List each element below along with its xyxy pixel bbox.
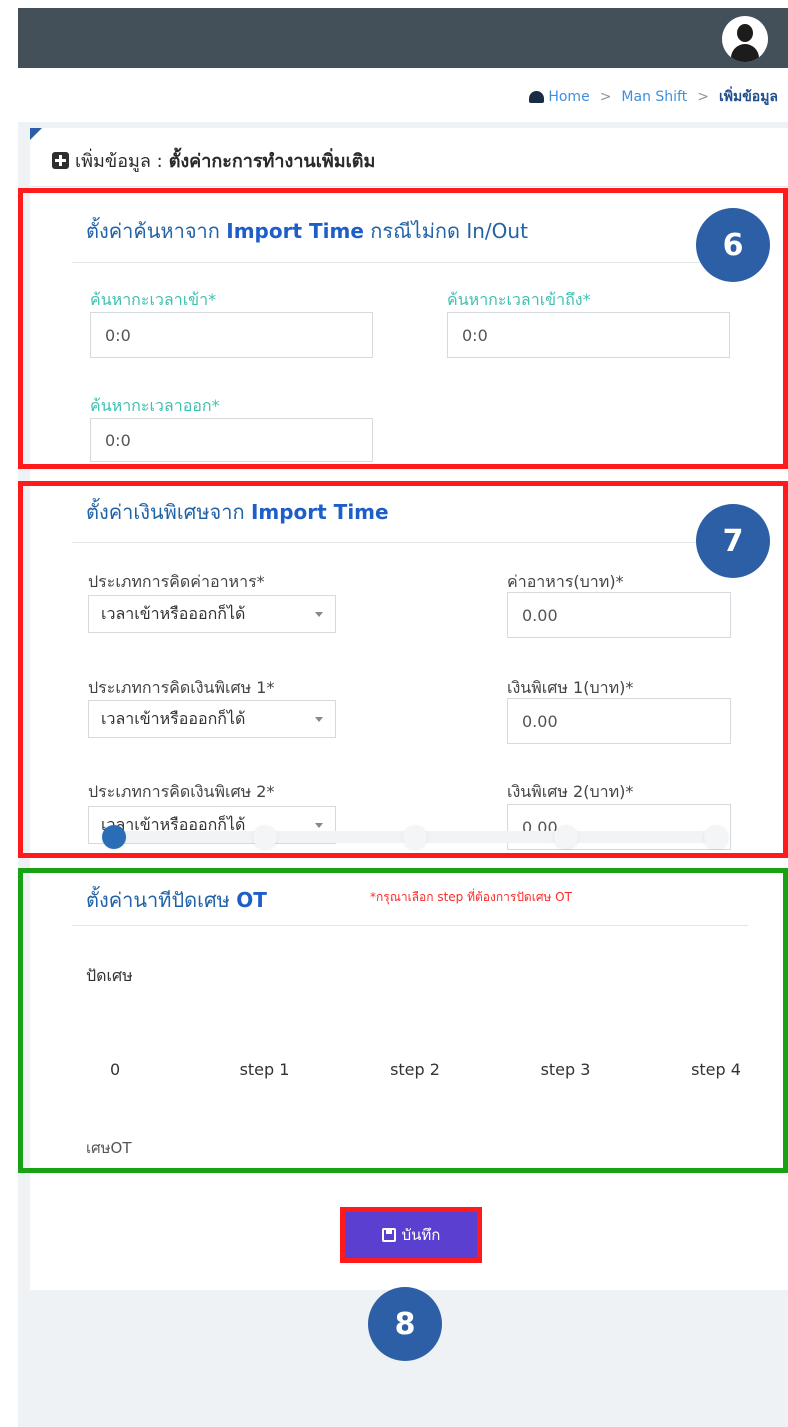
- step-dot[interactable]: [403, 825, 427, 849]
- search-title-prefix: ตั้งค่าค้นหาจาก: [86, 219, 220, 243]
- avatar-head: [737, 24, 753, 42]
- step-dot[interactable]: [102, 825, 126, 849]
- bonus-title-prefix: ตั้งค่าเงินพิเศษจาก: [86, 500, 245, 524]
- step-dot[interactable]: [553, 825, 578, 849]
- meal-type-value: เวลาเข้าหรือออกก็ได้: [101, 603, 246, 623]
- ot-title-prefix: ตั้งค่านาทีปัดเศษ: [86, 888, 230, 912]
- search-title-suffix: กรณีไม่กด In/Out: [370, 219, 528, 243]
- save-button-label: บันทึก: [401, 1226, 441, 1244]
- step-label: step 2: [390, 1060, 440, 1079]
- breadcrumb-current: เพิ่มข้อมูล: [718, 89, 778, 105]
- user-avatar-icon[interactable]: [722, 16, 768, 62]
- step-badge-8: 8: [368, 1287, 442, 1361]
- floppy-disk-icon: [381, 1228, 396, 1242]
- bonus-section-title: ตั้งค่าเงินพิเศษจาก Import Time: [86, 496, 389, 528]
- rounding-label: ปัดเศษ: [86, 966, 133, 985]
- dashboard-icon: [529, 91, 545, 103]
- ot-title-bold: OT: [236, 888, 267, 912]
- card-corner-marker: [30, 128, 42, 140]
- breadcrumb-man-shift[interactable]: Man Shift: [621, 89, 687, 105]
- bonus2-amount-label: เงินพิเศษ 2(บาท)*: [507, 782, 634, 801]
- step-dot[interactable]: [252, 825, 277, 849]
- top-navbar: [18, 8, 788, 68]
- bonus1-type-select[interactable]: เวลาเข้าหรือออกก็ได้: [88, 700, 336, 738]
- step-label: step 4: [691, 1060, 741, 1079]
- save-button[interactable]: บันทึก: [340, 1207, 482, 1263]
- breadcrumb-home-label[interactable]: Home: [548, 89, 589, 105]
- page-title: เพิ่มข้อมูล : ตั้งค่ากะการทำงานเพิ่มเติม: [52, 146, 375, 175]
- meal-amount-input[interactable]: 0.00: [507, 592, 731, 638]
- bonus1-type-value: เวลาเข้าหรือออกก็ได้: [101, 708, 246, 728]
- avatar-body: [731, 44, 759, 62]
- card-header-divider: [30, 186, 788, 187]
- page-title-prefix: เพิ่มข้อมูล :: [75, 151, 163, 172]
- ot-note: *กรุณาเลือก step ที่ต้องการปัดเศษ OT: [370, 890, 572, 904]
- plus-square-icon: [52, 152, 69, 169]
- bonus-title-bold: Import Time: [250, 500, 389, 524]
- step-badge-7: 7: [696, 504, 770, 578]
- search-out-input[interactable]: 0:0: [90, 418, 373, 462]
- search-title-bold: Import Time: [226, 219, 364, 243]
- search-divider: [72, 262, 748, 263]
- search-out-label: ค้นหากะเวลาออก*: [90, 396, 220, 415]
- page-title-main: ตั้งค่ากะการทำงานเพิ่มเติม: [168, 151, 376, 172]
- step-label: 0: [110, 1060, 121, 1079]
- bonus1-type-label: ประเภทการคิดเงินพิเศษ 1*: [88, 678, 275, 697]
- chevron-down-icon: [315, 822, 323, 828]
- step-badge-6: 6: [696, 208, 770, 282]
- bonus2-amount-input[interactable]: 0.00: [507, 804, 731, 850]
- ot-remainder-label: เศษOT: [86, 1139, 132, 1157]
- page: Home > Man Shift > เพิ่มข้อมูล เพิ่มข้อม…: [0, 0, 788, 1427]
- meal-type-select[interactable]: เวลาเข้าหรือออกก็ได้: [88, 595, 336, 633]
- ot-section-title: ตั้งค่านาทีปัดเศษ OT: [86, 884, 267, 916]
- step-dot[interactable]: [704, 825, 728, 849]
- search-in-to-input[interactable]: 0:0: [447, 312, 730, 358]
- search-in-label: ค้นหากะเวลาเข้า*: [90, 290, 217, 309]
- bonus-divider: [72, 542, 748, 543]
- breadcrumb-separator: >: [599, 89, 612, 105]
- bonus2-type-label: ประเภทการคิดเงินพิเศษ 2*: [88, 782, 275, 801]
- ot-divider: [72, 925, 748, 926]
- search-in-input[interactable]: 0:0: [90, 312, 373, 358]
- breadcrumb-home[interactable]: Home: [529, 89, 590, 105]
- breadcrumb-separator: >: [697, 89, 709, 105]
- step-label: step 1: [239, 1060, 290, 1079]
- search-section-title: ตั้งค่าค้นหาจาก Import Time กรณีไม่กด In…: [86, 215, 528, 247]
- chevron-down-icon: [315, 611, 323, 617]
- breadcrumb: Home > Man Shift > เพิ่มข้อมูล: [529, 86, 778, 108]
- step-label: step 3: [540, 1060, 591, 1079]
- chevron-down-icon: [315, 716, 323, 722]
- bonus1-amount-input[interactable]: 0.00: [507, 698, 731, 744]
- search-in-to-label: ค้นหากะเวลาเข้าถึง*: [447, 290, 591, 309]
- meal-type-label: ประเภทการคิดค่าอาหาร*: [88, 572, 265, 591]
